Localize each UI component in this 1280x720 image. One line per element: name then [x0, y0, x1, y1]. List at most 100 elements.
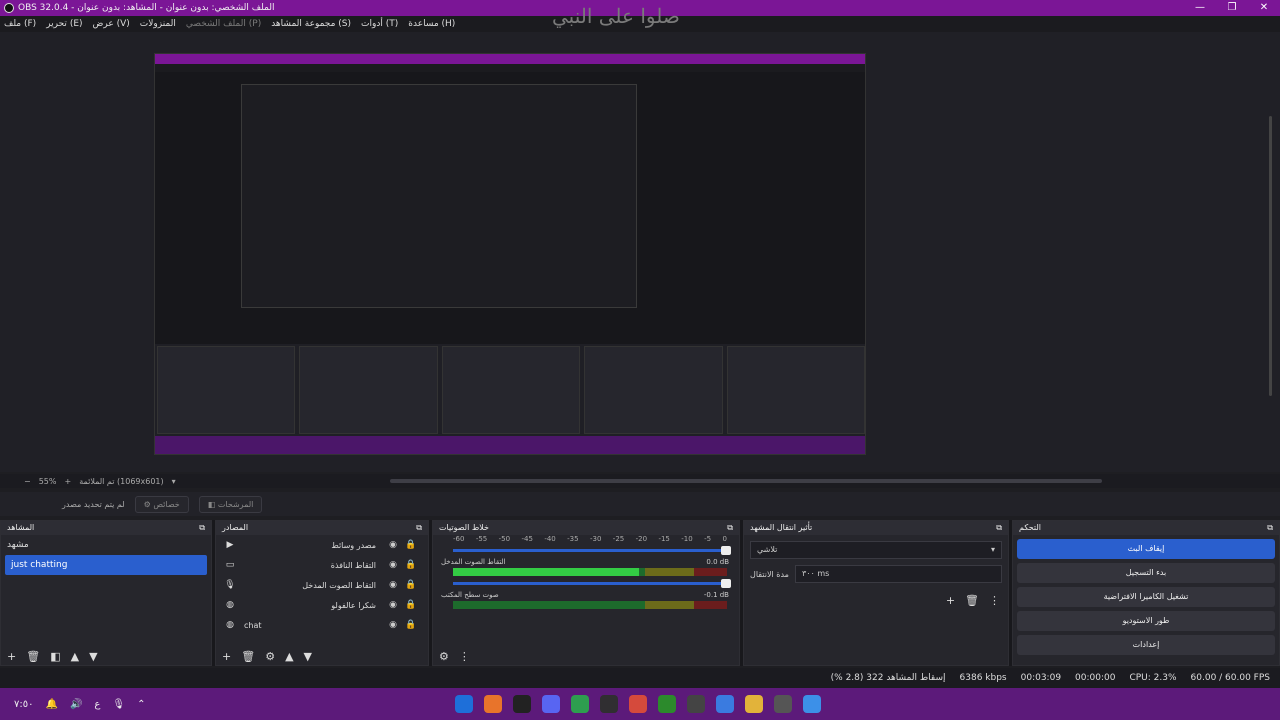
- visibility-eye-icon[interactable]: ◉: [384, 580, 402, 590]
- menu-file[interactable]: ملف (F): [4, 19, 36, 29]
- discord-icon[interactable]: [542, 695, 560, 713]
- app2-icon[interactable]: [774, 695, 792, 713]
- menu-help[interactable]: مساعدة (H): [408, 19, 455, 29]
- scene-filters-button[interactable]: ◧: [50, 650, 60, 663]
- language-indicator[interactable]: ع: [94, 699, 100, 710]
- windows-icon[interactable]: [803, 695, 821, 713]
- mixer-channel: صوت سطح المكتب -0.1 dB: [433, 591, 739, 599]
- mixer-menu-icon[interactable]: ⋮: [459, 650, 470, 663]
- clock[interactable]: ٧:٥٠: [14, 699, 33, 710]
- chevron-down-icon: ▾: [990, 545, 995, 554]
- volume-knob[interactable]: [721, 579, 731, 588]
- folder-icon[interactable]: [745, 695, 763, 713]
- lock-icon[interactable]: 🔒: [402, 600, 420, 610]
- transition-select[interactable]: تلاشي ▾: [750, 541, 1002, 559]
- properties-button[interactable]: ⚙ خصائص: [134, 495, 189, 513]
- move-up-button[interactable]: ▲: [71, 650, 79, 663]
- add-scene-button[interactable]: +: [7, 650, 16, 663]
- zoom-out-button[interactable]: −: [24, 477, 31, 486]
- capcut-icon[interactable]: [513, 695, 531, 713]
- zoom-dropdown-icon[interactable]: ▾: [172, 477, 176, 486]
- remove-source-button[interactable]: 🗑: [241, 650, 255, 663]
- zoom-in-button[interactable]: +: [64, 477, 71, 486]
- mic-icon[interactable]: 🎙: [112, 699, 125, 710]
- source-row[interactable]: ◍ chat ◉ 🔒: [216, 615, 428, 635]
- taskbar: ٧:٥٠ 🔔 🔊 ع 🎙 ⌃: [0, 688, 1280, 720]
- settings-button[interactable]: إعدادات: [1017, 635, 1275, 655]
- calendar-icon[interactable]: [687, 695, 705, 713]
- transition-menu-icon[interactable]: ⋮: [989, 594, 1000, 607]
- preview-horizontal-scrollbar[interactable]: [390, 479, 1102, 483]
- scenes-dock: المشاهد ⧉ مشهد just chatting + 🗑 ◧ ▲ ▼: [0, 520, 212, 666]
- overlay-text: صلوا على النبي: [552, 4, 680, 28]
- remove-transition-button[interactable]: 🗑: [965, 594, 979, 607]
- source-row[interactable]: ▭ التقاط النافذة ◉ 🔒: [216, 555, 428, 575]
- source-row[interactable]: ◍ شكرا عالفولو ◉ 🔒: [216, 595, 428, 615]
- move-down-button[interactable]: ▼: [304, 650, 312, 663]
- dock-undock-icon[interactable]: ⧉: [1267, 523, 1273, 533]
- add-transition-button[interactable]: +: [946, 594, 955, 607]
- maximize-button[interactable]: ❐: [1216, 0, 1248, 16]
- lock-icon[interactable]: 🔒: [402, 580, 420, 590]
- filter-icon: ◧: [207, 499, 218, 509]
- dock-undock-icon[interactable]: ⧉: [727, 523, 733, 533]
- volume-icon[interactable]: 🔊: [70, 699, 82, 710]
- firefox-icon[interactable]: [484, 695, 502, 713]
- dock-undock-icon[interactable]: ⧉: [199, 523, 205, 533]
- lock-icon[interactable]: 🔒: [402, 560, 420, 570]
- visibility-eye-icon[interactable]: ◉: [384, 560, 402, 570]
- filters-button[interactable]: ◧ المرشحات: [198, 495, 263, 513]
- visibility-eye-icon[interactable]: ◉: [384, 540, 402, 550]
- start-recording-button[interactable]: بدء التسجيل: [1017, 563, 1275, 583]
- transition-type: تلاشي: [757, 545, 778, 554]
- menu-profile[interactable]: الملف الشخصي (P): [186, 19, 261, 29]
- menu-docks[interactable]: المنزولات: [140, 19, 176, 29]
- start-virtual-camera-button[interactable]: تشغيل الكاميرا الافتراضية: [1017, 587, 1275, 607]
- dropped-frames: إسقاط المشاهد 322 (2.8 %): [830, 673, 946, 683]
- notifications-icon[interactable]: 🔔: [45, 699, 57, 710]
- channel-db: 0.0 dB: [706, 558, 729, 566]
- close-button[interactable]: ✕: [1248, 0, 1280, 16]
- visibility-eye-icon[interactable]: ◉: [384, 620, 402, 630]
- copilot-icon[interactable]: [716, 695, 734, 713]
- transitions-title: تأثير انتقال المشهد: [750, 523, 813, 532]
- preview-canvas[interactable]: [154, 53, 866, 455]
- studio-mode-button[interactable]: طور الاستوديو: [1017, 611, 1275, 631]
- stop-streaming-button[interactable]: إيقاف البث: [1017, 539, 1275, 559]
- show-hidden-icons-icon[interactable]: ⌃: [137, 699, 145, 710]
- volume-slider[interactable]: [453, 546, 731, 555]
- remove-scene-button[interactable]: 🗑: [26, 650, 40, 663]
- dock-undock-icon[interactable]: ⧉: [996, 523, 1002, 533]
- scene-item[interactable]: مشهد: [1, 535, 211, 555]
- level-meter: [453, 601, 727, 609]
- menu-edit[interactable]: تحرير (E): [46, 19, 82, 29]
- move-down-button[interactable]: ▼: [89, 650, 97, 663]
- scene-item-selected[interactable]: just chatting: [5, 555, 207, 575]
- move-up-button[interactable]: ▲: [285, 650, 293, 663]
- source-row[interactable]: ▶ مصدر وسائط ◉ 🔒: [216, 535, 428, 555]
- preview-vertical-scrollbar[interactable]: [1269, 116, 1272, 396]
- system-tray: ٧:٥٠ 🔔 🔊 ع 🎙 ⌃: [0, 699, 200, 710]
- menu-scene-collection[interactable]: مجموعة المشاهد (S): [271, 19, 351, 29]
- app-icon[interactable]: [455, 695, 473, 713]
- xbox-icon[interactable]: [658, 695, 676, 713]
- menu-tools[interactable]: أدوات (T): [361, 19, 398, 29]
- source-properties-button[interactable]: ⚙: [265, 650, 275, 663]
- duration-input[interactable]: ٣٠٠ ms: [794, 565, 1002, 583]
- lock-icon[interactable]: 🔒: [402, 620, 420, 630]
- chrome-icon[interactable]: [571, 695, 589, 713]
- lock-icon[interactable]: 🔒: [402, 540, 420, 550]
- window-title: OBS 32.0.4 - الملف الشخصي: بدون عنوان - …: [18, 3, 275, 13]
- channel-db: -0.1 dB: [703, 591, 729, 599]
- volume-knob[interactable]: [721, 546, 731, 555]
- minimize-button[interactable]: —: [1184, 0, 1216, 16]
- menu-view[interactable]: عرض (V): [93, 19, 130, 29]
- dock-undock-icon[interactable]: ⧉: [416, 523, 422, 533]
- volume-slider[interactable]: [453, 579, 731, 588]
- visibility-eye-icon[interactable]: ◉: [384, 600, 402, 610]
- add-source-button[interactable]: +: [222, 650, 231, 663]
- mixer-settings-icon[interactable]: ⚙: [439, 650, 449, 663]
- obs-icon[interactable]: [600, 695, 618, 713]
- source-row[interactable]: 🎙 التقاط الصوت المدخل ◉ 🔒: [216, 575, 428, 595]
- store-icon[interactable]: [629, 695, 647, 713]
